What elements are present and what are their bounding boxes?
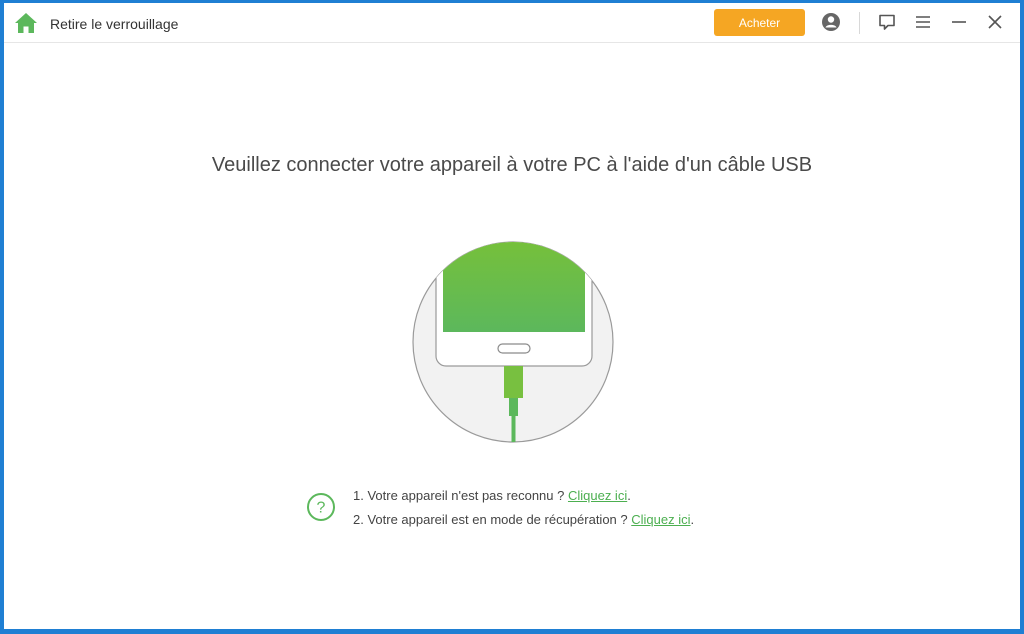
menu-icon[interactable] xyxy=(913,12,933,32)
phone-usb-connection-icon xyxy=(412,240,614,444)
home-icon[interactable] xyxy=(14,11,38,35)
app-title: Retire le verrouillage xyxy=(50,16,179,32)
svg-text:?: ? xyxy=(317,500,326,517)
buy-button[interactable]: Acheter xyxy=(714,9,805,36)
close-icon[interactable] xyxy=(985,12,1005,32)
connect-instruction-heading: Veuillez connecter votre appareil à votr… xyxy=(211,154,813,176)
click-here-link[interactable]: Cliquez ici xyxy=(568,488,627,503)
help-item-recovery-mode: 2. Votre appareil est en mode de récupér… xyxy=(353,508,694,532)
help-item-text: 2. Votre appareil est en mode de récupér… xyxy=(353,512,632,527)
feedback-icon[interactable] xyxy=(877,12,897,32)
minimize-icon[interactable] xyxy=(949,12,969,32)
help-circle-icon: ? xyxy=(306,492,336,522)
click-here-link[interactable]: Cliquez ici xyxy=(631,512,690,527)
app-window: Retire le verrouillage Acheter Veuillez … xyxy=(4,3,1020,629)
help-item-text: 1. Votre appareil n'est pas reconnu ? xyxy=(353,488,568,503)
titlebar-separator xyxy=(859,12,860,34)
title-bar: Retire le verrouillage Acheter xyxy=(4,3,1020,43)
account-icon[interactable] xyxy=(821,12,841,32)
help-item-not-recognized: 1. Votre appareil n'est pas reconnu ? Cl… xyxy=(353,484,694,508)
help-list: 1. Votre appareil n'est pas reconnu ? Cl… xyxy=(353,484,694,532)
help-item-suffix: . xyxy=(627,488,631,503)
help-item-suffix: . xyxy=(690,512,695,527)
